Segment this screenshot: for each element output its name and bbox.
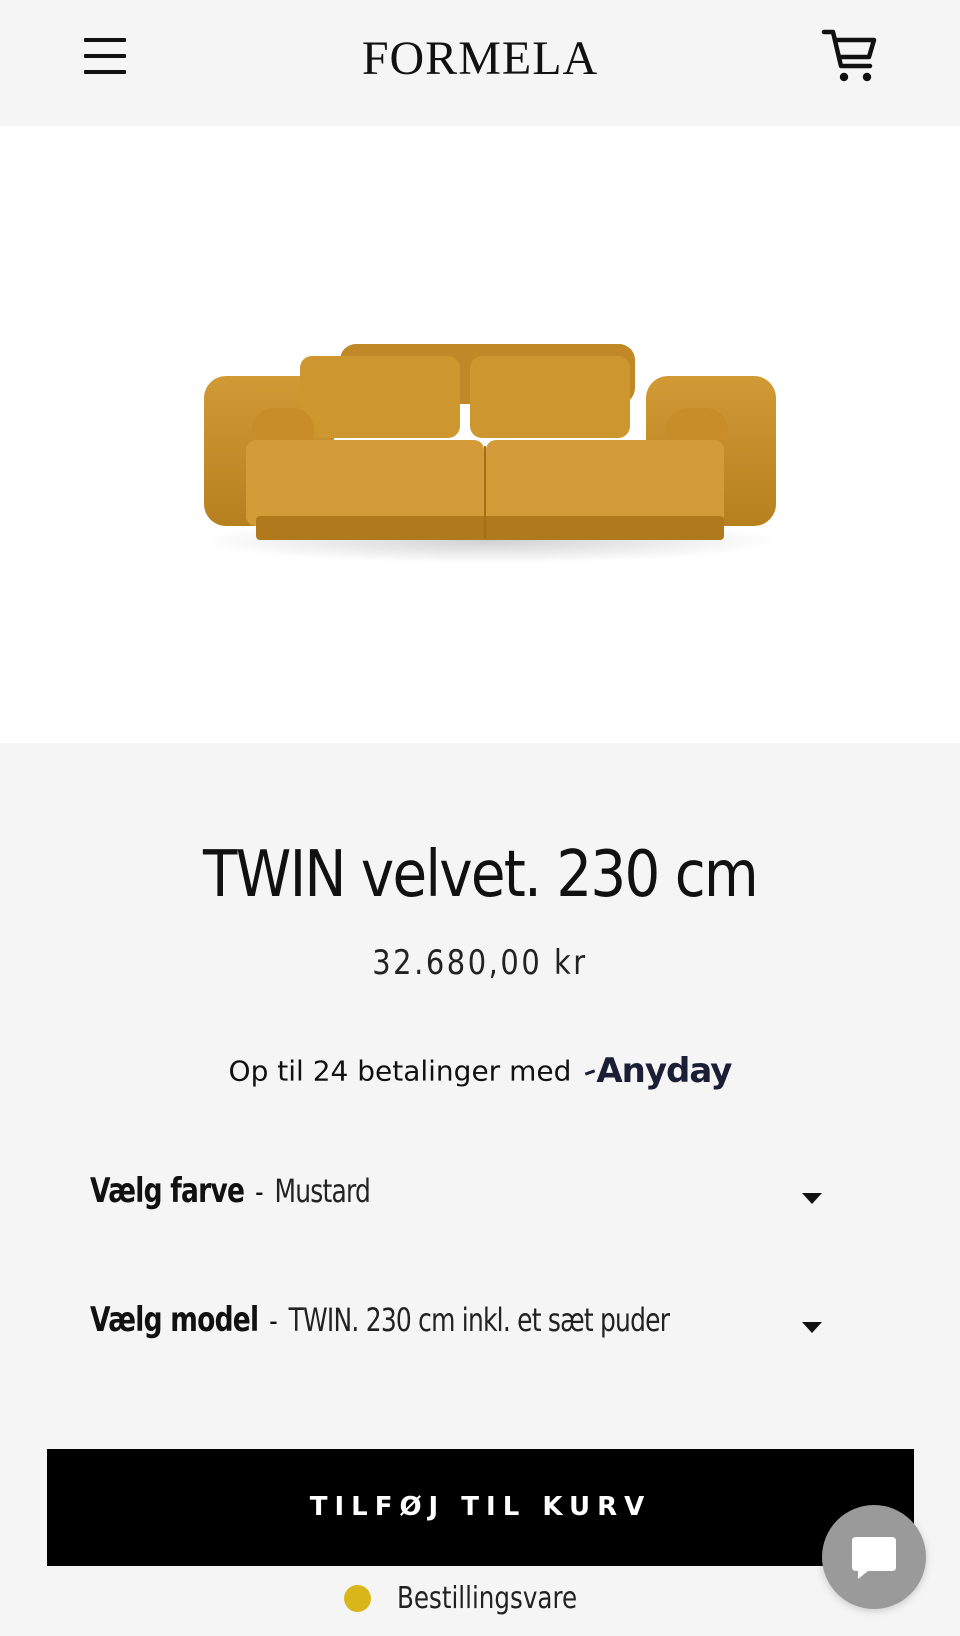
stock-status-dot: [343, 1585, 371, 1612]
add-to-cart-button[interactable]: TILFØJ TIL KURV: [47, 1449, 914, 1566]
stock-status: Bestillingsvare: [0, 1581, 960, 1616]
color-select[interactable]: Vælg farve - Mustard: [90, 1171, 870, 1231]
anyday-logo: Anyday: [585, 1051, 732, 1091]
anyday-brand: Anyday: [596, 1051, 732, 1091]
color-select-label: Vælg farve: [90, 1171, 245, 1211]
model-select-value: TWIN. 230 cm inkl. et sæt puder: [288, 1301, 670, 1339]
installments-text: Op til 24 betalinger med: [228, 1054, 572, 1088]
shopping-cart-icon: [821, 29, 877, 82]
product-image-sofa[interactable]: [190, 316, 790, 576]
chevron-down-icon: [802, 1322, 822, 1333]
color-select-separator: -: [255, 1175, 264, 1210]
chat-bubble-icon: [852, 1537, 896, 1579]
color-select-content: Vælg farve - Mustard: [90, 1171, 371, 1211]
chat-button[interactable]: [822, 1505, 926, 1609]
hamburger-menu-icon: [84, 38, 126, 42]
model-select-content: Vælg model - TWIN. 230 cm inkl. et sæt pud…: [90, 1300, 670, 1340]
color-select-value: Mustard: [274, 1172, 371, 1210]
installments-banner[interactable]: Op til 24 betalinger med Anyday: [0, 1051, 960, 1101]
chevron-down-icon: [802, 1193, 822, 1204]
site-header: FORMELA: [0, 0, 960, 126]
anyday-logo-mark: [585, 1069, 596, 1076]
product-price: 32.680,00 kr: [372, 943, 588, 983]
product-title: TWIN velvet. 230 cm: [202, 838, 759, 912]
cart-button[interactable]: [820, 24, 882, 86]
model-select[interactable]: Vælg model - TWIN. 230 cm inkl. et sæt pud…: [90, 1300, 870, 1360]
menu-button[interactable]: [80, 32, 130, 80]
model-select-label: Vælg model: [90, 1300, 259, 1340]
model-select-separator: -: [269, 1304, 278, 1339]
stock-status-text: Bestillingsvare: [396, 1581, 577, 1616]
product-image-area: [0, 126, 960, 743]
site-logo[interactable]: FORMELA: [300, 24, 660, 94]
product-info: TWIN velvet. 230 cm 32.680,00 kr Op til …: [0, 743, 960, 1636]
hamburger-menu-icon-bar: [84, 70, 126, 74]
hamburger-menu-icon-bar: [84, 54, 126, 58]
